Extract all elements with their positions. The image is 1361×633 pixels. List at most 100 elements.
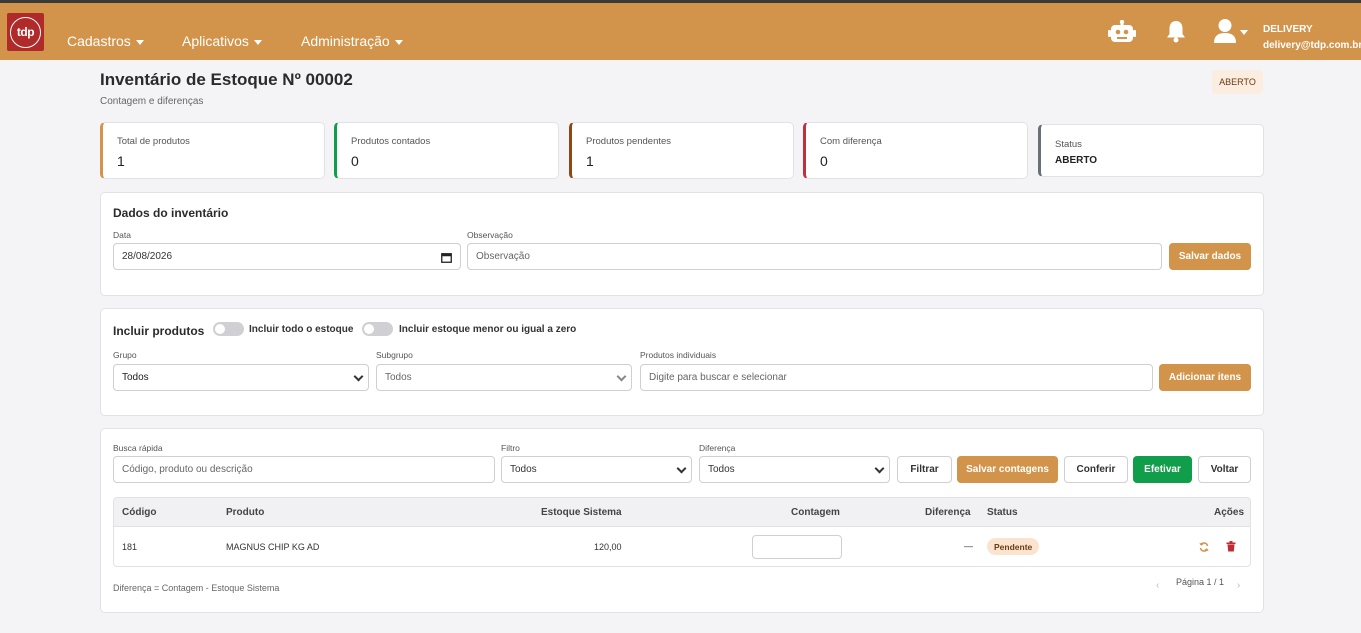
voltar-button[interactable]: Voltar <box>1198 456 1251 483</box>
produtos-individuais-label: Produtos individuais <box>640 350 717 360</box>
navbar: tdp Cadastros Aplicativos Administração … <box>0 3 1361 60</box>
refresh-icon[interactable] <box>1199 542 1209 552</box>
diferenca-select[interactable]: Todos <box>699 456 890 483</box>
stat-com-diferenca: Com diferença 0 <box>803 122 1028 179</box>
logo-text: tdp <box>10 16 41 48</box>
page-title: Inventário de Estoque Nº 00002 <box>100 70 353 89</box>
incluir-title: Incluir produtos <box>113 324 205 338</box>
inventory-table: Código Produto Estoque Sistema Contagem … <box>113 497 1251 567</box>
pagination-label: Página 1 / 1 <box>1176 577 1225 587</box>
contagem-input[interactable] <box>752 535 842 559</box>
date-label: Data <box>113 230 131 240</box>
stat-value: 0 <box>820 153 828 169</box>
filtrar-button[interactable]: Filtrar <box>897 456 952 483</box>
cell-diferenca: — <box>964 541 973 551</box>
contagem-card: Busca rápida Código, produto ou descriçã… <box>100 428 1264 613</box>
incluir-produtos-card: Incluir produtos Incluir todo o estoque … <box>100 308 1264 416</box>
date-input[interactable]: 28/08/2026 <box>113 243 461 270</box>
chevron-down-icon <box>353 371 364 382</box>
col-status[interactable]: Status <box>987 507 1018 518</box>
dados-title: Dados do inventário <box>113 206 229 220</box>
filtro-label: Filtro <box>501 443 520 453</box>
stat-value: 1 <box>586 153 594 169</box>
user-email: delivery@tdp.com.br <box>1263 40 1361 51</box>
user-info[interactable]: DELIVERY delivery@tdp.com.br <box>1263 22 1361 54</box>
user-icon[interactable] <box>1213 18 1237 44</box>
toggle-incluir-zero-label: Incluir estoque menor ou igual a zero <box>399 324 577 335</box>
calendar-icon[interactable] <box>441 252 452 263</box>
chevron-down-icon <box>394 39 403 45</box>
conferir-button[interactable]: Conferir <box>1064 456 1128 483</box>
menu-cadastros[interactable]: Cadastros <box>67 33 144 49</box>
col-codigo[interactable]: Código <box>122 507 156 518</box>
subgrupo-value: Todos <box>385 372 412 383</box>
status-pendente-badge: Pendente <box>987 538 1040 555</box>
produtos-individuais-placeholder: Digite para buscar e selecionar <box>649 372 787 383</box>
stat-label: Com diferença <box>820 136 882 147</box>
stat-total-produtos: Total de produtos 1 <box>100 122 325 179</box>
stat-label: Produtos contados <box>351 136 431 147</box>
menu-administracao-label: Administração <box>301 33 390 49</box>
robot-icon[interactable] <box>1108 20 1136 44</box>
stat-label: Status <box>1055 139 1082 150</box>
chevron-down-icon <box>676 463 687 474</box>
salvar-dados-button[interactable]: Salvar dados <box>1169 243 1251 270</box>
menu-administracao[interactable]: Administração <box>301 33 403 49</box>
user-name: DELIVERY <box>1263 24 1313 35</box>
user-menu-caret-icon[interactable] <box>1240 30 1248 35</box>
stat-value: 1 <box>117 153 125 169</box>
busca-input[interactable]: Código, produto ou descrição <box>113 456 495 483</box>
prev-page-button[interactable]: ‹ <box>1156 580 1159 591</box>
menu-cadastros-label: Cadastros <box>67 33 131 49</box>
table-header: Código Produto Estoque Sistema Contagem … <box>114 498 1250 527</box>
adicionar-itens-button[interactable]: Adicionar itens <box>1159 364 1251 391</box>
col-estoque-sistema[interactable]: Estoque Sistema <box>541 507 622 518</box>
col-acoes: Ações <box>1214 507 1245 518</box>
grupo-select[interactable]: Todos <box>113 364 369 391</box>
menu-aplicativos[interactable]: Aplicativos <box>182 33 262 49</box>
efetivar-button[interactable]: Efetivar <box>1133 456 1192 483</box>
status-badge: ABERTO <box>1212 70 1263 94</box>
diferenca-value: Todos <box>708 464 735 475</box>
stat-produtos-contados: Produtos contados 0 <box>334 122 559 179</box>
toggle-incluir-todo-estoque[interactable] <box>213 322 244 336</box>
col-produto[interactable]: Produto <box>226 507 264 518</box>
grupo-label: Grupo <box>113 350 137 360</box>
chevron-down-icon <box>616 371 627 382</box>
subgrupo-label: Subgrupo <box>376 350 413 360</box>
filtro-select[interactable]: Todos <box>501 456 692 483</box>
subgrupo-select[interactable]: Todos <box>376 364 632 391</box>
busca-label: Busca rápida <box>113 443 163 453</box>
bell-icon[interactable] <box>1166 19 1186 43</box>
chevron-down-icon <box>874 463 885 474</box>
cell-estoque: 120,00 <box>594 542 622 552</box>
col-diferenca[interactable]: Diferença <box>925 507 971 518</box>
toggle-incluir-todo-label: Incluir todo o estoque <box>249 324 354 335</box>
diferenca-note: Diferença = Contagem - Estoque Sistema <box>113 583 280 593</box>
observacao-input[interactable]: Observação <box>467 243 1162 270</box>
chevron-down-icon <box>135 39 144 45</box>
cell-produto: MAGNUS CHIP KG AD <box>226 542 320 552</box>
next-page-button[interactable]: › <box>1237 580 1240 591</box>
obs-label: Observação <box>467 230 513 240</box>
filtro-value: Todos <box>510 464 537 475</box>
produtos-individuais-input[interactable]: Digite para buscar e selecionar <box>640 364 1153 391</box>
logo[interactable]: tdp <box>7 13 44 51</box>
col-contagem[interactable]: Contagem <box>791 507 840 518</box>
cell-codigo: 181 <box>122 542 138 552</box>
date-value: 28/08/2026 <box>122 251 173 262</box>
toggle-incluir-estoque-zero[interactable] <box>362 322 393 336</box>
page-subtitle: Contagem e diferenças <box>100 96 204 107</box>
stat-value: 0 <box>351 153 359 169</box>
diferenca-label: Diferença <box>699 443 736 453</box>
busca-placeholder: Código, produto ou descrição <box>122 464 253 475</box>
menu-aplicativos-label: Aplicativos <box>182 33 249 49</box>
grupo-value: Todos <box>122 372 149 383</box>
trash-icon[interactable] <box>1226 541 1236 552</box>
stat-produtos-pendentes: Produtos pendentes 1 <box>569 122 794 179</box>
dados-inventario-card: Dados do inventário Data 28/08/2026 Obse… <box>100 192 1264 296</box>
chevron-down-icon <box>253 39 262 45</box>
salvar-contagens-button[interactable]: Salvar contagens <box>957 456 1058 483</box>
stat-label: Total de produtos <box>117 136 190 147</box>
stat-label: Produtos pendentes <box>586 136 672 147</box>
